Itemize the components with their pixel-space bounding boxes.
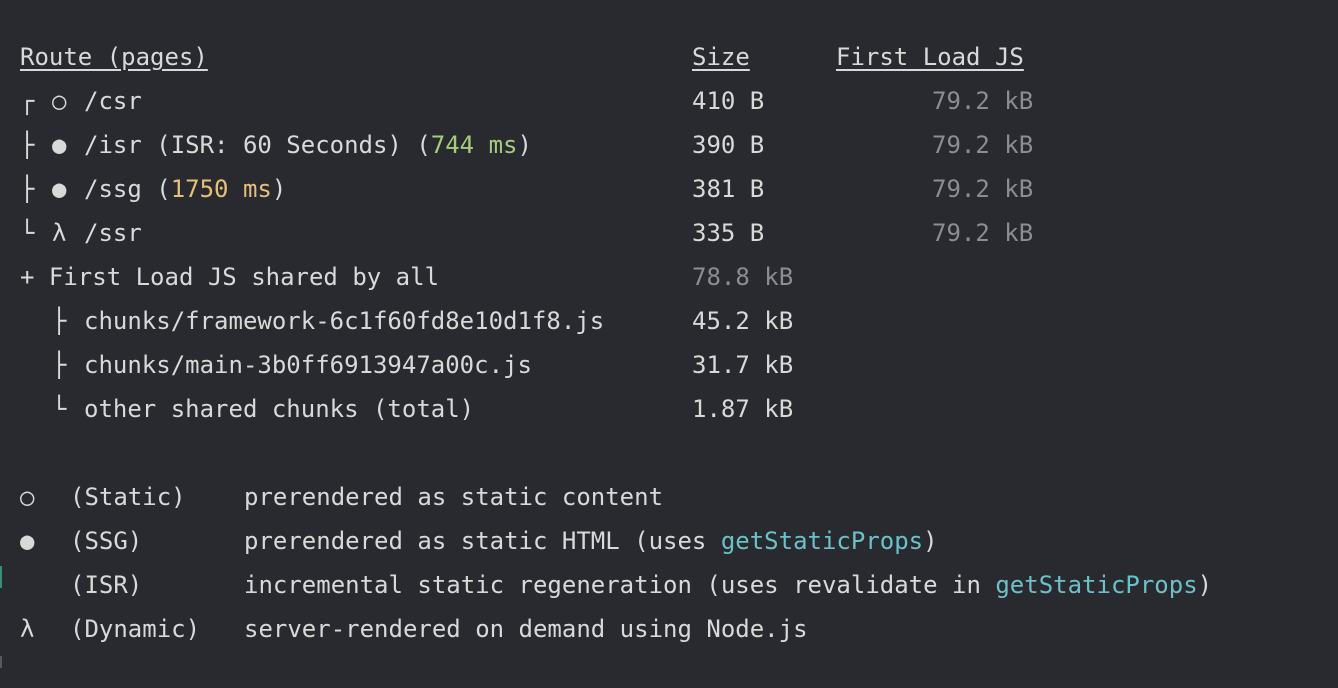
chunk-name: other shared chunks (total): [84, 395, 475, 423]
route-row-ssr: └ λ /ssr 335 B 79.2 kB: [20, 211, 1033, 255]
legend-code: getStaticProps: [995, 571, 1198, 599]
legend-type: (Static): [70, 483, 186, 511]
tree-glyph: ├: [20, 175, 35, 203]
tree-glyph: ├: [52, 351, 67, 379]
legend-row-dynamic: λ (Dynamic) server-rendered on demand us…: [20, 607, 808, 651]
legend-desc-close: ): [1197, 571, 1213, 599]
legend-row-static: ○ (Static) prerendered as static content: [20, 475, 663, 519]
tree-glyph: ├: [20, 131, 35, 159]
ssg-dot-icon: ●: [52, 131, 67, 159]
route-size: 410 B: [692, 87, 765, 115]
shared-label: + First Load JS shared by all: [20, 263, 440, 291]
terminal-output: Route (pages) Size First Load JS ┌ ○ /cs…: [0, 0, 1338, 688]
legend-type: (Dynamic): [70, 615, 201, 643]
chunk-name: chunks/main-3b0ff6913947a00c.js: [84, 351, 532, 379]
route-first-load: 79.2 kB: [932, 175, 1034, 203]
route-path: /ssg: [84, 175, 142, 203]
route-build-time: 1750 ms: [170, 175, 272, 203]
chunk-row: ├ chunks/framework-6c1f60fd8e10d1f8.js 4…: [20, 299, 793, 343]
header-size: Size: [692, 43, 750, 71]
gutter-marker: [0, 566, 2, 588]
route-note: (ISR: 60 Seconds) (: [141, 131, 431, 159]
chunk-size: 45.2 kB: [692, 307, 794, 335]
shared-row: + First Load JS shared by all 78.8 kB: [20, 255, 793, 299]
tree-glyph: ┌: [20, 87, 35, 115]
route-size: 390 B: [692, 131, 765, 159]
legend-desc: incremental static regeneration (uses re…: [244, 571, 996, 599]
legend-type: (ISR): [70, 571, 143, 599]
lambda-icon: λ: [52, 219, 67, 247]
legend-desc: prerendered as static HTML (uses: [244, 527, 721, 555]
shared-size: 78.8 kB: [692, 263, 794, 291]
chunk-size: 31.7 kB: [692, 351, 794, 379]
legend-desc-close: ): [923, 527, 938, 555]
legend-desc: server-rendered on demand using Node.js: [244, 615, 808, 643]
legend-row-ssg: ● (SSG) prerendered as static HTML (uses…: [20, 519, 938, 563]
chunk-row: ├ chunks/main-3b0ff6913947a00c.js 31.7 k…: [20, 343, 793, 387]
route-row-isr: ├ ● /isr (ISR: 60 Seconds) (744 ms) 390 …: [20, 123, 1033, 167]
table-header: Route (pages) Size First Load JS: [20, 35, 1024, 79]
gutter-marker: [0, 656, 2, 668]
route-row-ssg: ├ ● /ssg (1750 ms) 381 B 79.2 kB: [20, 167, 1033, 211]
route-path: /ssr: [84, 219, 142, 247]
ssg-dot-icon: ●: [20, 527, 35, 555]
legend-code: getStaticProps: [720, 527, 924, 555]
header-route: Route (pages): [20, 43, 208, 71]
route-size: 335 B: [692, 219, 765, 247]
tree-glyph: └: [20, 219, 35, 247]
route-note-close: ): [271, 175, 287, 203]
header-first-load: First Load JS: [836, 43, 1024, 71]
route-build-time: 744 ms: [430, 131, 518, 159]
legend-type: (SSG): [70, 527, 143, 555]
legend-row-isr: (ISR) incremental static regeneration (u…: [20, 563, 1212, 607]
ssg-dot-icon: ●: [52, 175, 67, 203]
chunk-name: chunks/framework-6c1f60fd8e10d1f8.js: [84, 307, 605, 335]
tree-glyph: └: [52, 395, 67, 423]
route-note-close: ): [517, 131, 532, 159]
static-circle-icon: ○: [52, 87, 67, 115]
route-path: /isr: [84, 131, 142, 159]
route-size: 381 B: [692, 175, 765, 203]
static-circle-icon: ○: [20, 483, 35, 511]
route-first-load: 79.2 kB: [932, 219, 1034, 247]
legend-desc: prerendered as static content: [244, 483, 664, 511]
route-row-csr: ┌ ○ /csr 410 B 79.2 kB: [20, 79, 1033, 123]
chunk-size: 1.87 kB: [692, 395, 794, 423]
route-note: (: [141, 175, 171, 203]
chunk-row: └ other shared chunks (total) 1.87 kB: [20, 387, 793, 431]
lambda-icon: λ: [20, 615, 35, 643]
route-first-load: 79.2 kB: [932, 87, 1034, 115]
route-first-load: 79.2 kB: [932, 131, 1034, 159]
tree-glyph: ├: [52, 307, 67, 335]
route-path: /csr: [84, 87, 142, 115]
